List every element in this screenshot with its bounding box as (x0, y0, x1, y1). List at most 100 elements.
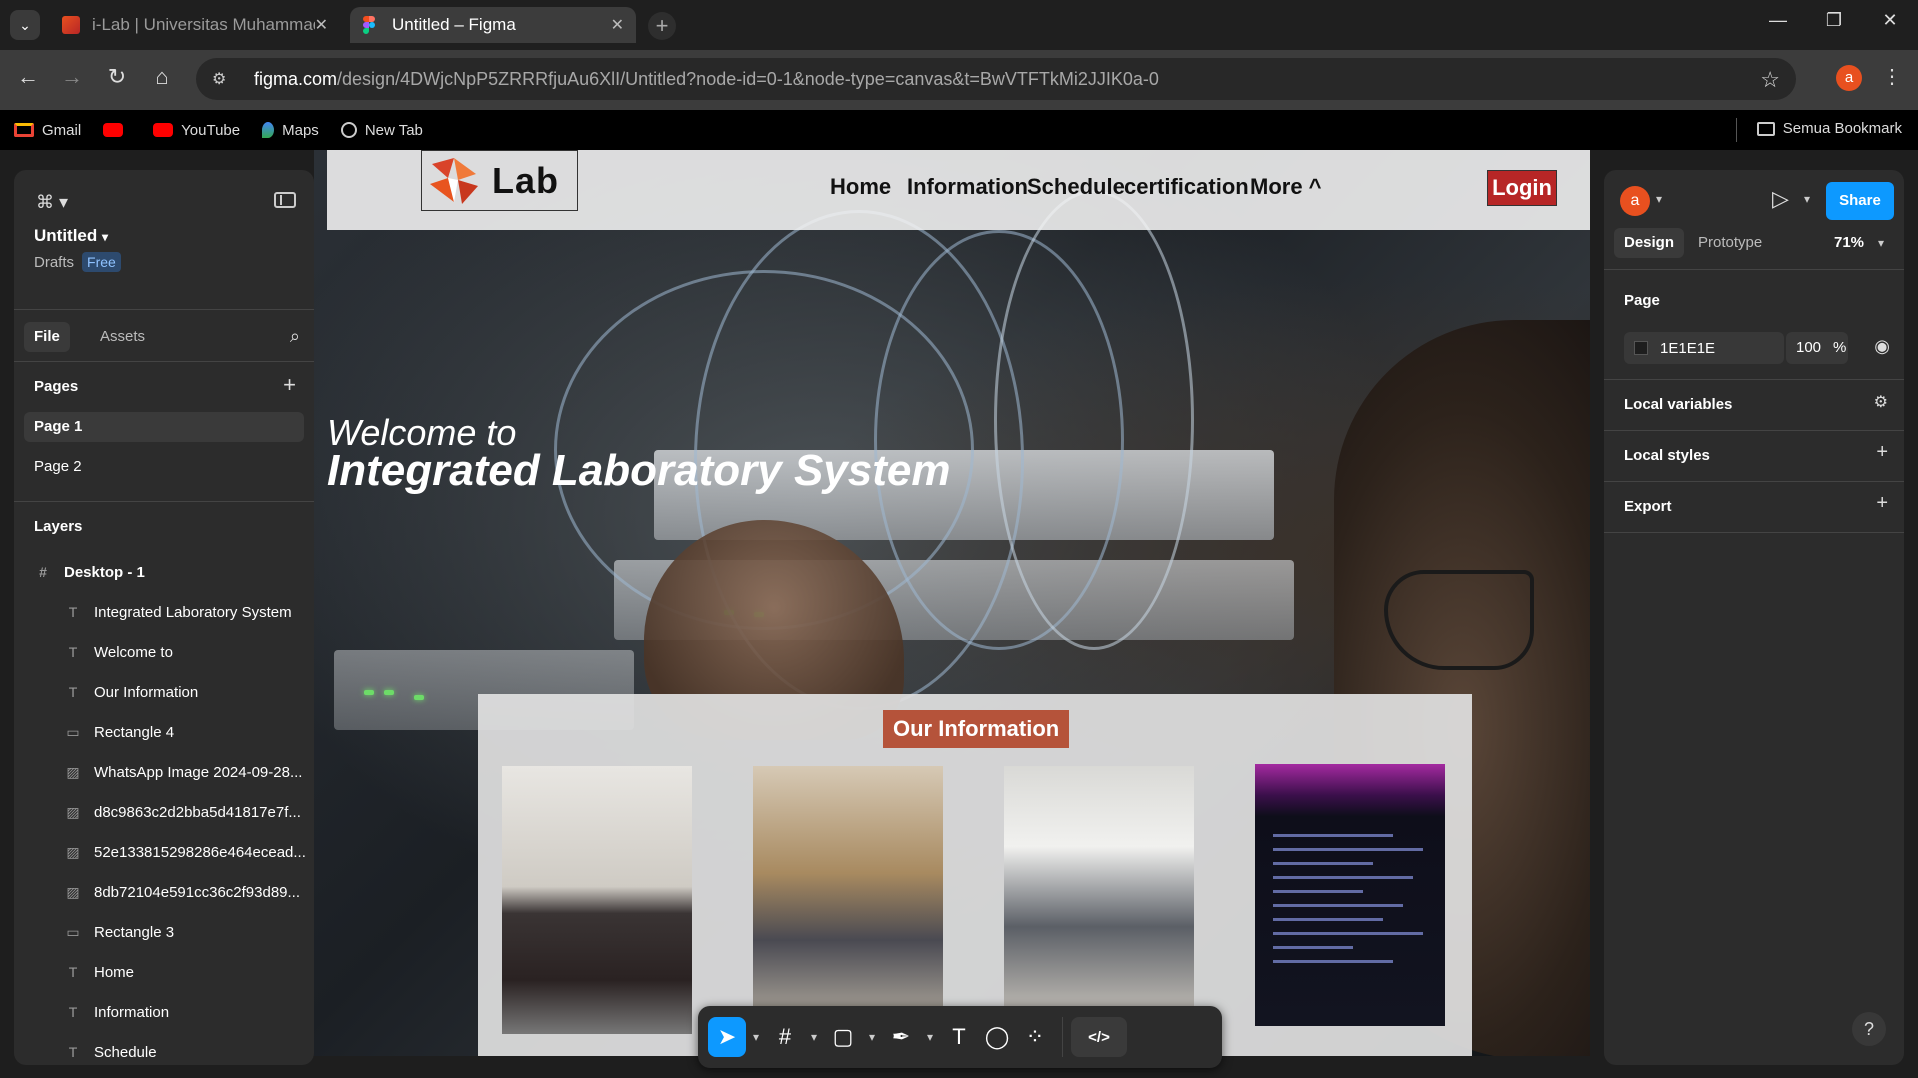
minimize-icon[interactable]: — (1758, 10, 1798, 31)
resources-tool-icon[interactable]: ⁘ (1016, 1017, 1054, 1057)
chevron-down-icon[interactable]: ▾ (804, 1030, 824, 1044)
photo-group-image[interactable] (502, 766, 692, 1034)
frame-tool-icon[interactable]: # (766, 1017, 804, 1057)
photo-code-screen-image[interactable] (1255, 764, 1445, 1026)
layer-row[interactable]: T Our Information (14, 672, 314, 712)
zoom-level[interactable]: 71% (1834, 234, 1864, 251)
bookmark-maps[interactable]: Maps (262, 122, 319, 139)
photo-classroom-image[interactable] (1004, 766, 1194, 1034)
layer-row[interactable]: # Desktop - 1 (14, 552, 314, 592)
tab-figma[interactable]: Untitled – Figma ✕ (350, 7, 636, 43)
site-settings-icon[interactable]: ⚙ (212, 69, 234, 89)
reload-icon[interactable]: ↻ (101, 64, 133, 90)
layer-row[interactable]: T Information (14, 992, 314, 1032)
tab-assets[interactable]: Assets (90, 322, 155, 352)
text-tool-icon[interactable]: T (940, 1017, 978, 1057)
layer-row[interactable]: T Welcome to (14, 632, 314, 672)
visibility-eye-icon[interactable]: ◉ (1874, 336, 1890, 357)
restore-icon[interactable]: ❐ (1814, 10, 1854, 31)
tab-design[interactable]: Design (1614, 228, 1685, 258)
file-name[interactable]: Untitled ▾ (34, 226, 108, 246)
toggle-panel-icon[interactable] (274, 192, 296, 208)
chevron-down-icon[interactable]: ▾ (920, 1030, 940, 1044)
comment-tool-icon[interactable]: ◯ (978, 1017, 1016, 1057)
nav-schedule[interactable]: Schedule (1027, 174, 1125, 200)
search-icon[interactable]: ⌕ (290, 326, 300, 347)
photo-computer-lab-image[interactable] (753, 766, 943, 1034)
rectangle-icon: ▭ (66, 923, 80, 940)
page-item[interactable]: Page 1 (24, 412, 304, 442)
layer-row[interactable]: T Home (14, 952, 314, 992)
bookmark-star-icon[interactable]: ☆ (1760, 67, 1780, 93)
layer-row[interactable]: T Integrated Laboratory System (14, 592, 314, 632)
layer-row[interactable]: T Schedule (14, 1032, 314, 1065)
help-icon[interactable]: ? (1852, 1012, 1886, 1046)
tab-file[interactable]: File (24, 322, 70, 352)
browser-menu-icon[interactable]: ⋮ (1882, 64, 1902, 89)
add-page-icon[interactable]: + (283, 372, 296, 398)
variables-icon[interactable]: ⚙ (1874, 392, 1888, 412)
chevron-down-icon[interactable]: ▾ (862, 1030, 882, 1044)
layer-row[interactable]: ▨ WhatsApp Image 2024-09-28... (14, 752, 314, 792)
add-export-icon[interactable]: + (1876, 492, 1888, 515)
figma-main-menu-icon[interactable]: ⌘ ▾ (36, 192, 68, 213)
chevron-down-icon[interactable]: ▾ (1804, 192, 1810, 206)
info-title[interactable]: Our Information (883, 710, 1070, 748)
present-play-icon[interactable]: ▷ (1772, 186, 1789, 212)
new-tab-button[interactable]: + (648, 12, 676, 40)
nav-information[interactable]: Information (907, 174, 1028, 200)
chevron-down-icon[interactable]: ▾ (1656, 192, 1662, 206)
bookmark-folder[interactable]: Semua Bookmark (1756, 120, 1902, 137)
nav-more[interactable]: More ^ (1250, 174, 1322, 200)
bookmarks-bar: Gmail YouTube Maps New Tab Semua Bookmar… (0, 110, 1918, 150)
info-section[interactable]: Our Information (478, 694, 1472, 1056)
user-avatar[interactable]: a (1620, 186, 1650, 216)
login-button[interactable]: Login (1487, 170, 1557, 206)
page-item[interactable]: Page 2 (24, 452, 304, 482)
site-logo[interactable]: Lab (421, 150, 578, 211)
bookmark-gmail[interactable]: Gmail (14, 122, 81, 139)
tab-ilab[interactable]: i-Lab | Universitas Muhammadi ✕ (50, 7, 340, 43)
export-section[interactable]: Export + (1604, 482, 1904, 533)
tab-search-button[interactable]: ⌄ (10, 10, 40, 40)
close-tab-icon[interactable]: ✕ (315, 15, 328, 35)
add-style-icon[interactable]: + (1876, 441, 1888, 464)
rectangle-tool-icon[interactable]: ▢ (824, 1017, 862, 1057)
text-icon: T (68, 604, 78, 620)
chevron-down-icon[interactable]: ▾ (746, 1030, 766, 1044)
back-icon[interactable]: ← (12, 64, 44, 90)
layer-row[interactable]: ▨ d8c9863c2d2bba5d41817e7f... (14, 792, 314, 832)
color-swatch[interactable] (1634, 341, 1648, 355)
layer-row[interactable]: ▨ 8db72104e591cc36c2f93d89... (14, 872, 314, 912)
pen-tool-icon[interactable]: ✒ (882, 1017, 920, 1057)
nav-certification[interactable]: certification (1124, 174, 1249, 200)
bookmark-youtube-icon-only[interactable] (103, 123, 131, 137)
bookmark-youtube[interactable]: YouTube (153, 122, 240, 139)
canvas[interactable]: Lab Home Information Schedule certificat… (314, 150, 1604, 1078)
desktop-frame[interactable]: Lab Home Information Schedule certificat… (314, 150, 1590, 1056)
forward-icon[interactable]: → (56, 64, 88, 90)
layer-row[interactable]: ▭ Rectangle 4 (14, 712, 314, 752)
headline-text[interactable]: Integrated Laboratory System (327, 446, 951, 496)
local-variables-section[interactable]: Local variables ⚙ (1604, 380, 1904, 431)
dev-mode-toggle-icon[interactable]: </> (1071, 1017, 1127, 1057)
close-window-icon[interactable]: ✕ (1870, 10, 1910, 31)
page-opacity-input[interactable]: 100% (1786, 332, 1848, 364)
close-tab-icon[interactable]: ✕ (611, 15, 624, 35)
share-button[interactable]: Share (1826, 182, 1894, 220)
chevron-down-icon[interactable]: ▾ (1878, 236, 1884, 250)
chevron-down-icon: ▾ (102, 230, 109, 244)
profile-avatar[interactable]: a (1836, 65, 1862, 91)
layer-row[interactable]: ▭ Rectangle 3 (14, 912, 314, 952)
move-tool-icon[interactable]: ➤ (708, 1017, 746, 1057)
local-styles-section[interactable]: Local styles + (1604, 431, 1904, 482)
bookmark-new-tab[interactable]: New Tab (340, 122, 423, 139)
layer-row[interactable]: ▨ 52e133815298286e464ecead... (14, 832, 314, 872)
tab-prototype[interactable]: Prototype (1688, 228, 1772, 258)
nav-home[interactable]: Home (830, 174, 891, 200)
home-icon[interactable]: ⌂ (146, 64, 178, 90)
drafts-location[interactable]: Drafts Free (34, 252, 121, 272)
local-styles-title: Local styles (1624, 447, 1710, 464)
url-input[interactable]: ⚙ figma.com/design/4DWjcNpP5ZRRRfjuAu6Xl… (196, 58, 1796, 100)
page-color-input[interactable]: 1E1E1E (1624, 332, 1784, 364)
